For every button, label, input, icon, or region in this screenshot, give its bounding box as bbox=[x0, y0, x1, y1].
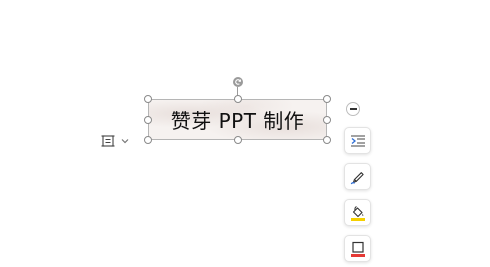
resize-handle-top[interactable] bbox=[234, 95, 242, 103]
text-style-icon bbox=[350, 134, 365, 147]
layout-options-button[interactable] bbox=[97, 130, 133, 152]
text-layout-icon bbox=[97, 130, 119, 152]
selected-text-box[interactable]: 赞芽 PPT 制作 bbox=[148, 99, 327, 140]
minus-icon bbox=[349, 108, 357, 110]
fill-bucket-icon bbox=[350, 205, 365, 221]
resize-handle-left[interactable] bbox=[144, 116, 152, 124]
resize-handle-top-right[interactable] bbox=[323, 95, 331, 103]
chevron-down-icon[interactable] bbox=[119, 130, 131, 152]
text-style-button[interactable] bbox=[344, 127, 371, 154]
outline-style-button[interactable] bbox=[344, 163, 371, 190]
resize-handle-bottom-right[interactable] bbox=[323, 136, 331, 144]
pen-outline-icon bbox=[350, 171, 364, 184]
resize-handle-bottom-left[interactable] bbox=[144, 136, 152, 144]
textbox-text[interactable]: 赞芽 PPT 制作 bbox=[171, 105, 305, 134]
resize-handle-right[interactable] bbox=[323, 116, 331, 124]
resize-handle-bottom[interactable] bbox=[234, 136, 242, 144]
border-color-icon bbox=[350, 241, 365, 257]
border-color-button[interactable] bbox=[344, 235, 371, 262]
resize-handle-top-left[interactable] bbox=[144, 95, 152, 103]
collapse-toolbar-button[interactable] bbox=[346, 102, 360, 116]
fill-color-button[interactable] bbox=[344, 199, 371, 226]
rotate-icon[interactable] bbox=[233, 77, 243, 87]
